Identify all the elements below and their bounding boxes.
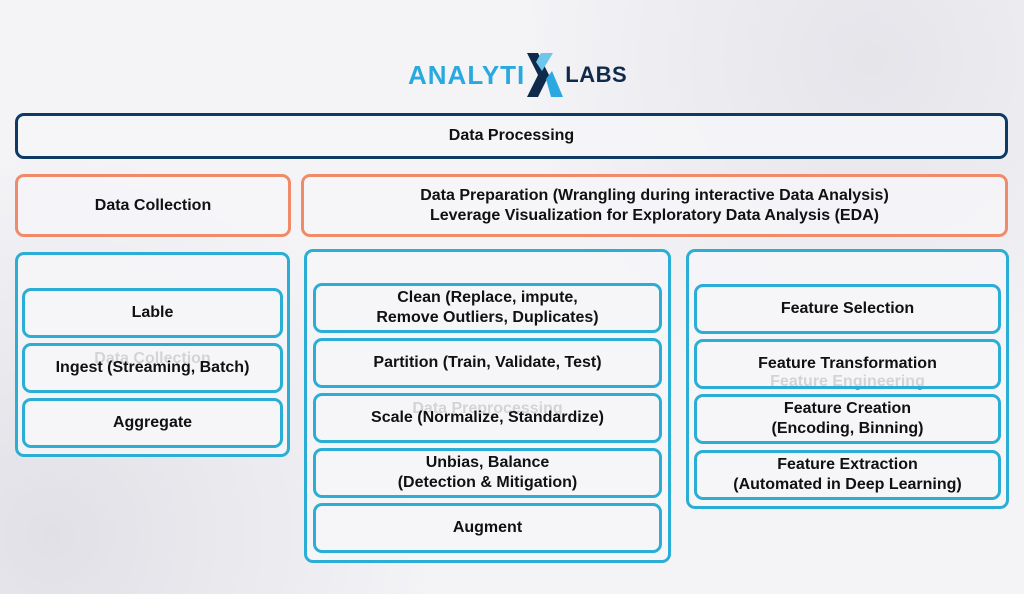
step-label-line2: (Detection & Mitigation) — [397, 474, 578, 491]
logo-text-analyti: ANALYTI — [408, 59, 526, 90]
step-feature-transformation: Feature Transformation — [694, 339, 1001, 389]
step-label: Ingest (Streaming, Batch) — [55, 359, 250, 376]
step-lable: Lable — [22, 288, 283, 338]
step-partition: Partition (Train, Validate, Test) — [313, 338, 662, 388]
data-preparation-line1: Data Preparation (Wrangling during inter… — [420, 186, 889, 204]
logo-text-labs: LABS — [565, 62, 628, 87]
step-ingest: Ingest (Streaming, Batch) — [22, 343, 283, 393]
step-augment: Augment — [313, 503, 662, 553]
step-label-line2: (Encoding, Binning) — [771, 420, 924, 437]
step-label-line2: (Automated in Deep Learning) — [733, 476, 962, 493]
data-collection-stage: Data Collection — [15, 174, 291, 237]
step-unbias: Unbias, Balance (Detection & Mitigation) — [313, 448, 662, 498]
step-label: Aggregate — [112, 414, 193, 431]
step-clean: Clean (Replace, impute, Remove Outliers, … — [313, 283, 662, 333]
step-label: Partition (Train, Validate, Test) — [373, 354, 602, 371]
step-label: Feature Selection — [780, 300, 915, 317]
step-feature-selection: Feature Selection — [694, 284, 1001, 334]
step-feature-creation: Feature Creation (Encoding, Binning) — [694, 394, 1001, 444]
step-label: Augment — [452, 519, 523, 536]
data-preparation-line2: Leverage Visualization for Exploratory D… — [429, 206, 880, 224]
data-preparation-stage: Data Preparation (Wrangling during inter… — [301, 174, 1008, 237]
data-collection-stage-label: Data Collection — [94, 196, 212, 214]
step-feature-extraction: Feature Extraction (Automated in Deep Lea… — [694, 450, 1001, 500]
analytixlabs-logo: ANALYTI LABS — [408, 53, 628, 97]
step-label: Lable — [131, 304, 174, 321]
step-label-line2: Remove Outliers, Duplicates) — [376, 309, 599, 326]
step-aggregate: Aggregate — [22, 398, 283, 448]
data-processing-title: Data Processing — [448, 127, 575, 144]
step-label-line1: Clean (Replace, impute, — [397, 289, 578, 306]
step-label: Scale (Normalize, Standardize) — [371, 409, 604, 426]
x-logo-icon — [527, 53, 564, 97]
step-label-line1: Feature Creation — [783, 400, 912, 417]
step-label-line1: Feature Extraction — [777, 456, 918, 473]
step-label: Feature Transformation — [758, 355, 937, 372]
step-scale: Scale (Normalize, Standardize) — [313, 393, 662, 443]
data-processing-header: Data Processing — [15, 113, 1008, 159]
step-label-line1: Unbias, Balance — [425, 454, 550, 471]
